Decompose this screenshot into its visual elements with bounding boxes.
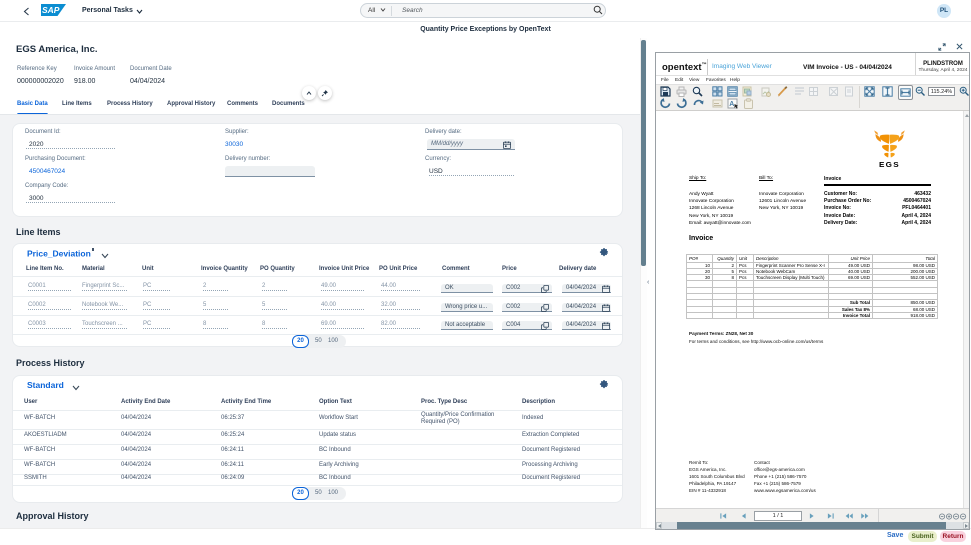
svg-text:A: A (729, 101, 734, 108)
svg-text:SAP: SAP (42, 5, 60, 15)
